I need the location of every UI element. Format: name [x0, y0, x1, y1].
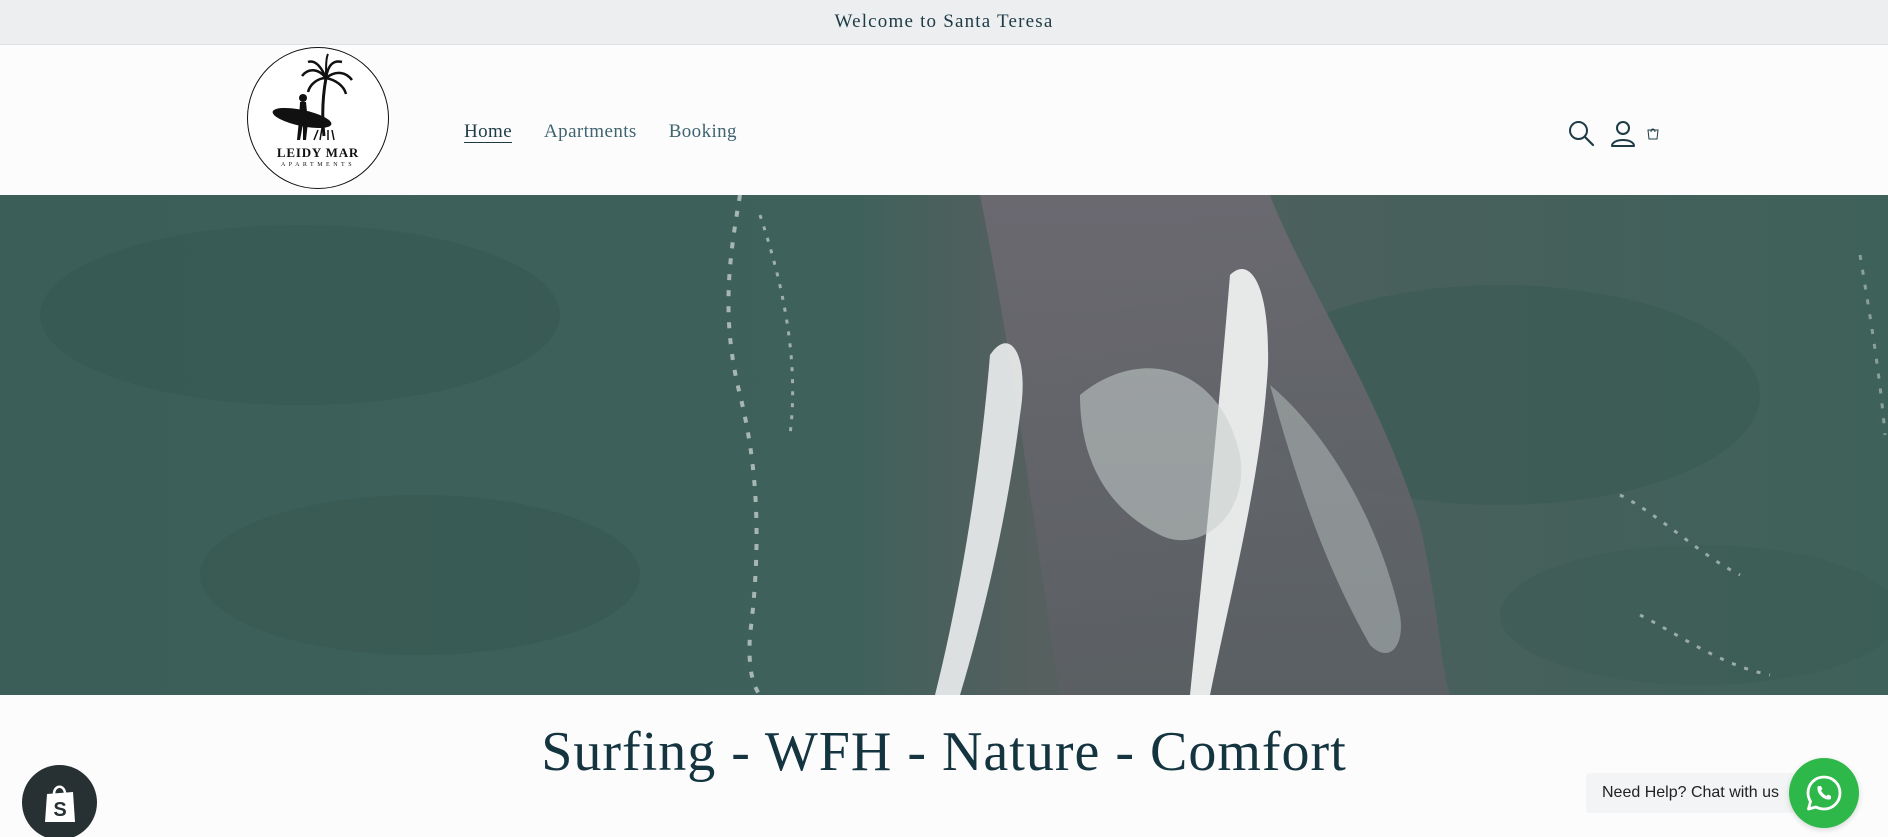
logo-title: LEIDY MAR [276, 145, 360, 160]
site-header: LEIDY MAR APARTMENTS Home Apartments Boo… [0, 45, 1888, 195]
whatsapp-icon[interactable] [1789, 758, 1859, 828]
cart-icon[interactable] [1643, 123, 1663, 143]
shopify-bag-icon[interactable]: S [22, 765, 97, 837]
svg-text:S: S [53, 799, 66, 821]
nav-item-apartments[interactable]: Apartments [544, 121, 637, 143]
main-nav: Home Apartments Booking [464, 121, 737, 143]
announcement-text: Welcome to Santa Teresa [834, 11, 1054, 32]
search-icon[interactable] [1565, 117, 1597, 149]
nav-item-home[interactable]: Home [464, 121, 512, 143]
announcement-bar: Welcome to Santa Teresa [0, 0, 1888, 45]
nav-item-booking[interactable]: Booking [669, 121, 737, 143]
hero-image [0, 195, 1888, 695]
logo-subtitle: APARTMENTS [280, 162, 356, 168]
account-icon[interactable] [1607, 117, 1639, 149]
brand-logo[interactable]: LEIDY MAR APARTMENTS [247, 47, 389, 189]
chat-label[interactable]: Need Help? Chat with us [1586, 773, 1795, 813]
header-icons [1565, 117, 1663, 149]
